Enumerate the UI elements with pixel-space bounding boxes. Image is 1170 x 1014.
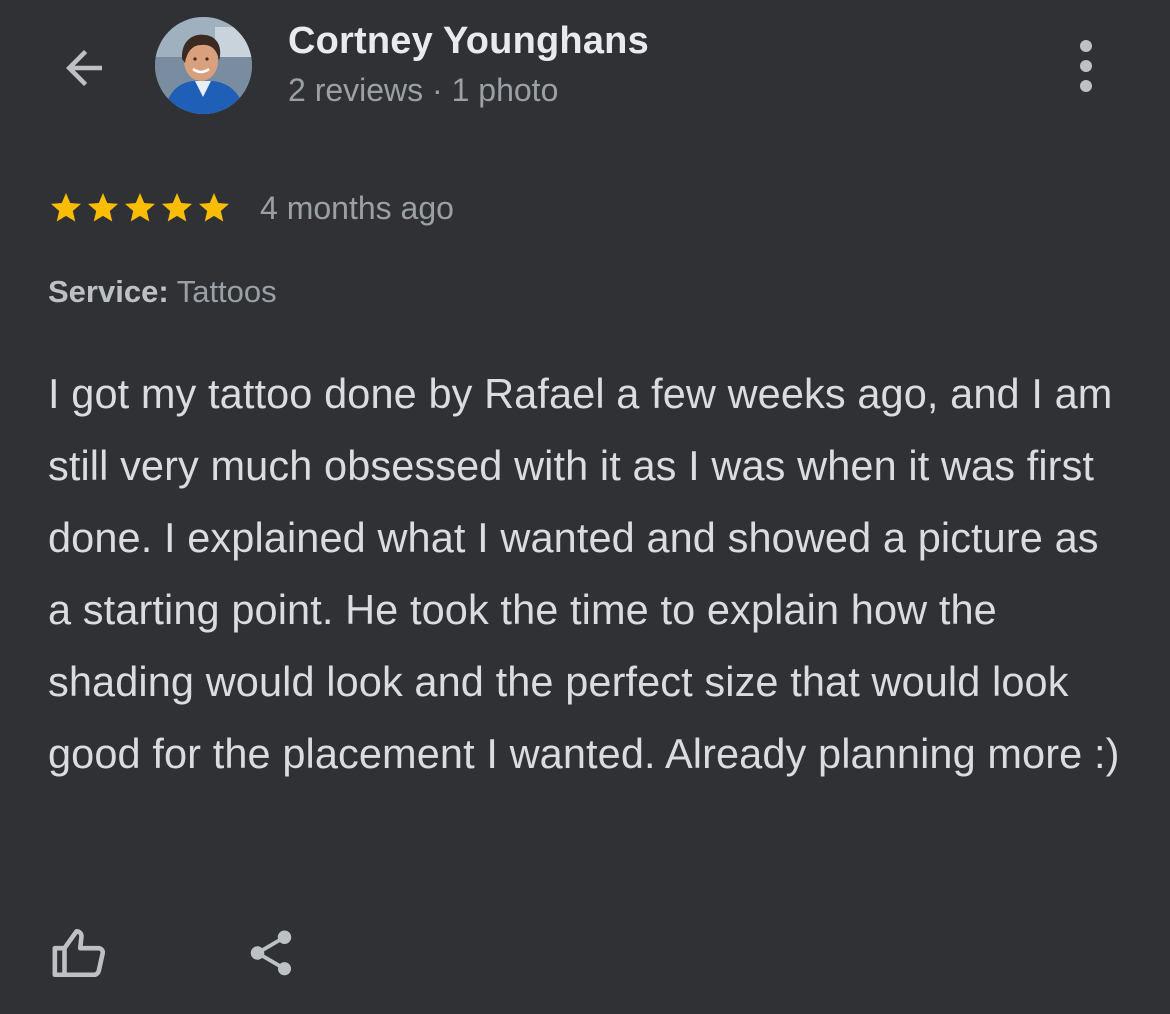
star-icon [162, 193, 192, 222]
author-meta: 2 reviews · 1 photo [288, 72, 559, 108]
star-icon [125, 193, 155, 222]
star-icon [88, 193, 118, 222]
thumbs-up-icon [52, 928, 106, 978]
star-icon [199, 193, 229, 222]
star-icon [51, 193, 81, 222]
review-screen: Cortney Younghans 2 reviews · 1 photo 4 … [0, 0, 1170, 1014]
avatar[interactable] [155, 17, 252, 114]
author-name[interactable]: Cortney Younghans [288, 20, 649, 63]
review-time: 4 months ago [260, 189, 454, 226]
back-button[interactable] [50, 36, 118, 100]
service-label: Service: [48, 274, 169, 309]
rating-row: 4 months ago [48, 186, 454, 230]
profile-photo [155, 17, 252, 114]
service-value: Tattoos [176, 274, 277, 309]
like-button[interactable] [44, 918, 114, 988]
more-options-button[interactable] [1058, 34, 1114, 98]
review-header: Cortney Younghans 2 reviews · 1 photo [0, 0, 1170, 140]
arrow-left-icon [66, 50, 102, 86]
share-button[interactable] [236, 918, 306, 988]
service-row: Service: Tattoos [48, 274, 277, 310]
share-icon [250, 930, 292, 976]
star-rating [48, 190, 233, 226]
more-vert-icon [1080, 40, 1092, 92]
review-text: I got my tattoo done by Rafael a few wee… [48, 370, 1120, 777]
